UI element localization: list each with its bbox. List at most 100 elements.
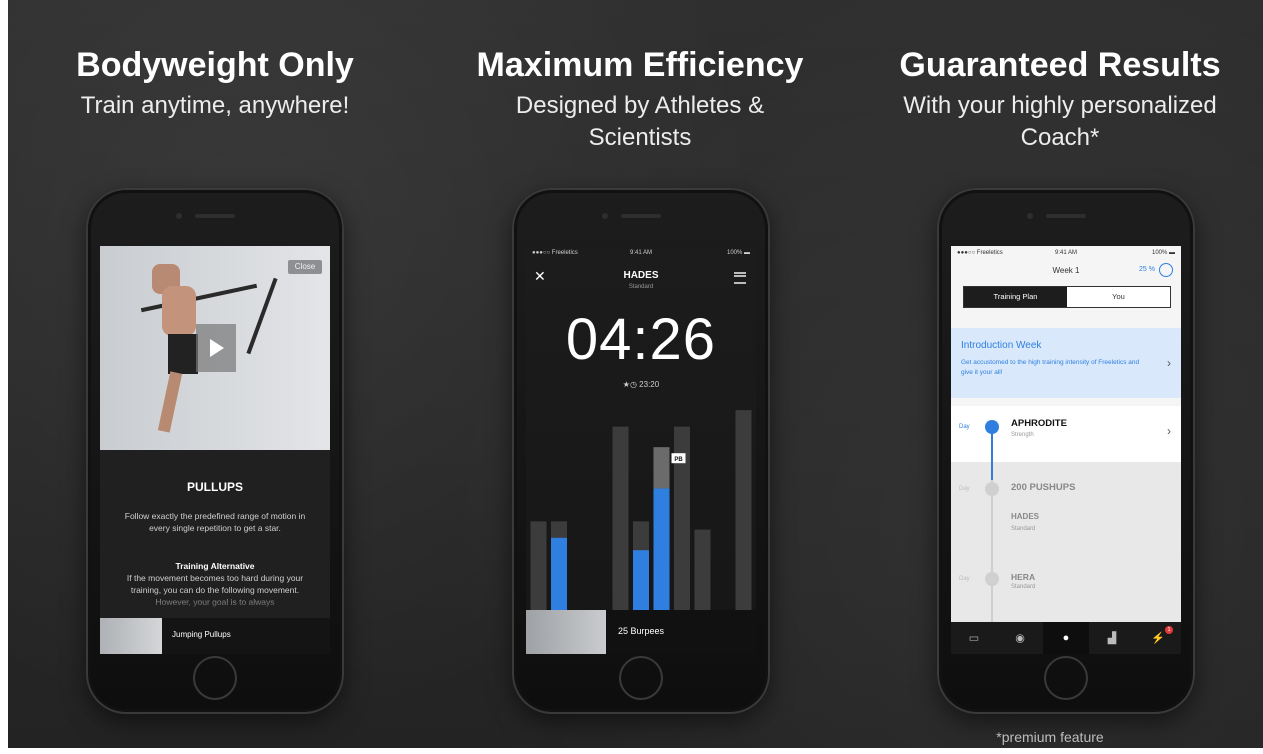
workout-variant: Standard: [1011, 526, 1036, 532]
day-2-dot: [985, 482, 999, 496]
workout-name: HADES: [623, 270, 659, 281]
athlete-legs: [157, 371, 183, 433]
column-3-subtitle-line-2: Coach*: [1020, 124, 1100, 151]
exercise-title: PULLUPS: [186, 480, 243, 494]
play-icon: [210, 339, 224, 357]
alternative-thumbnail: [100, 618, 162, 654]
intro-text: Get accustomed to the high training inte…: [961, 359, 1140, 376]
coach-icon: ●: [1062, 632, 1070, 644]
phone-3: ●●●○○ Freeletics 9:41 AM 100% ▬ Week 1 2…: [937, 188, 1195, 714]
star-clock-icon: ★◷: [622, 380, 637, 389]
workout-name[interactable]: HADES: [1011, 512, 1039, 521]
alternative-exercise-label: Jumping Pullups: [172, 630, 231, 639]
battery-label: 100% ▬: [1151, 250, 1175, 256]
chevron-right-icon: ›: [1167, 356, 1171, 370]
current-exercise-row[interactable]: 25 Burpees: [526, 610, 756, 654]
home-button: [619, 656, 663, 700]
status-time: 9:41 AM: [629, 250, 652, 256]
day-label: Day: [959, 486, 970, 492]
chart-bar-highlight: [653, 447, 670, 489]
chat-icon: ▭: [968, 632, 980, 645]
day-1-dot: [985, 420, 999, 434]
current-exercise-thumbnail: [526, 610, 606, 654]
progress-ring-icon: [1159, 263, 1173, 277]
training-alternative-title: Training Alternative: [175, 561, 255, 571]
home-button: [1044, 656, 1088, 700]
day-label: Day: [959, 424, 970, 430]
earpiece-speaker: [195, 214, 235, 218]
tab-notifications[interactable]: ⚡ 1: [1135, 622, 1181, 654]
workout-name: APHRODITE: [1011, 418, 1067, 429]
column-2-title: Maximum Efficiency: [476, 46, 804, 84]
play-button[interactable]: [196, 324, 236, 372]
home-button: [193, 656, 237, 700]
chart-bar: [612, 426, 629, 612]
chart-bar: [530, 521, 547, 612]
column-2-subtitle-line-2: Scientists: [588, 124, 692, 151]
column-1-subtitle: Train anytime, anywhere!: [80, 92, 350, 119]
week-progress-label: 25 %: [1139, 266, 1155, 273]
tab-podium[interactable]: ▟: [1089, 622, 1135, 654]
tab-coach[interactable]: ●: [1043, 622, 1089, 654]
premium-footnote: *premium feature: [996, 729, 1104, 745]
notification-badge: 1: [1165, 626, 1173, 634]
pullup-bar-support: [246, 277, 278, 355]
workout-timer: 04:26: [565, 307, 717, 372]
text-fade: [100, 592, 330, 614]
exercise-video[interactable]: Close: [100, 246, 330, 450]
tab-medal[interactable]: ◉: [997, 622, 1043, 654]
pb-marker-label: PB: [674, 457, 683, 463]
earpiece-speaker: [1046, 214, 1086, 218]
medal-icon: ◉: [1015, 632, 1025, 645]
column-1-title: Bodyweight Only: [76, 46, 354, 84]
tab-you[interactable]: You: [1067, 287, 1170, 307]
chart-bar: [735, 410, 752, 612]
chart-bar-fill: [653, 488, 670, 612]
status-time: 9:41 AM: [1054, 250, 1077, 256]
workout-variant: Strength: [1011, 432, 1034, 438]
chart-bar: [694, 529, 711, 612]
phone-1: Close PULLUPS Follow exactly the predefi…: [86, 188, 344, 714]
front-camera: [176, 213, 182, 219]
athlete-shorts: [168, 334, 198, 374]
column-3-title: Guaranteed Results: [899, 46, 1221, 84]
bottom-border: [0, 748, 1263, 754]
bottom-tab-bar: ▭ ◉ ● ▟ ⚡ 1: [951, 622, 1181, 654]
battery-label: 100% ▬: [726, 250, 750, 256]
close-button[interactable]: Close: [288, 260, 322, 274]
workout-variant: Standard: [1011, 584, 1036, 590]
workout-name[interactable]: HERA: [1011, 572, 1035, 582]
introduction-week-card[interactable]: Introduction Week Get accustomed to the …: [951, 328, 1181, 398]
personal-best-time: 23:20: [639, 380, 660, 389]
status-bar: ●●●○○ Freeletics 9:41 AM 100% ▬: [951, 250, 1181, 260]
chart-bar-fill: [551, 537, 567, 612]
front-camera: [1027, 213, 1033, 219]
chart-bar-fill: [633, 550, 649, 612]
phone-2-screen: ●●●○○ Freeletics 9:41 AM 100% ▬ ✕ HADES …: [526, 246, 756, 654]
phone-1-screen: Close PULLUPS Follow exactly the predefi…: [100, 246, 330, 654]
phone-2: ●●●○○ Freeletics 9:41 AM 100% ▬ ✕ HADES …: [512, 188, 770, 714]
workout-row-aphrodite[interactable]: Day ›: [951, 406, 1181, 462]
phone-3-screen: ●●●○○ Freeletics 9:41 AM 100% ▬ Week 1 2…: [951, 246, 1181, 654]
alternative-exercise-row[interactable]: Jumping Pullups: [100, 618, 330, 654]
earpiece-speaker: [621, 214, 661, 218]
timeline-progress: [991, 428, 993, 480]
athlete-torso: [162, 286, 196, 336]
left-border: [0, 0, 8, 754]
column-3-subtitle-line-1: With your highly personalized: [903, 92, 1217, 119]
tab-training-plan[interactable]: Training Plan: [964, 287, 1067, 307]
bolt-icon: ⚡: [1151, 632, 1165, 645]
status-bar: ●●●○○ Freeletics 9:41 AM 100% ▬: [526, 250, 756, 260]
workout-variant: Standard: [628, 284, 654, 290]
intro-title: Introduction Week: [961, 340, 1042, 351]
tab-chat[interactable]: ▭: [951, 622, 997, 654]
column-2-subtitle-line-1: Designed by Athletes &: [515, 92, 765, 119]
workout-name[interactable]: 200 PUSHUPS: [1011, 482, 1075, 493]
chevron-right-icon: ›: [1167, 424, 1171, 438]
progress-bar-chart: PB: [530, 410, 752, 612]
day-3-dot: [985, 572, 999, 586]
segmented-control: Training Plan You: [963, 286, 1171, 308]
podium-icon: ▟: [1107, 632, 1117, 645]
current-exercise-label: 25 Burpees: [618, 626, 665, 636]
day-label: Day: [959, 576, 970, 582]
